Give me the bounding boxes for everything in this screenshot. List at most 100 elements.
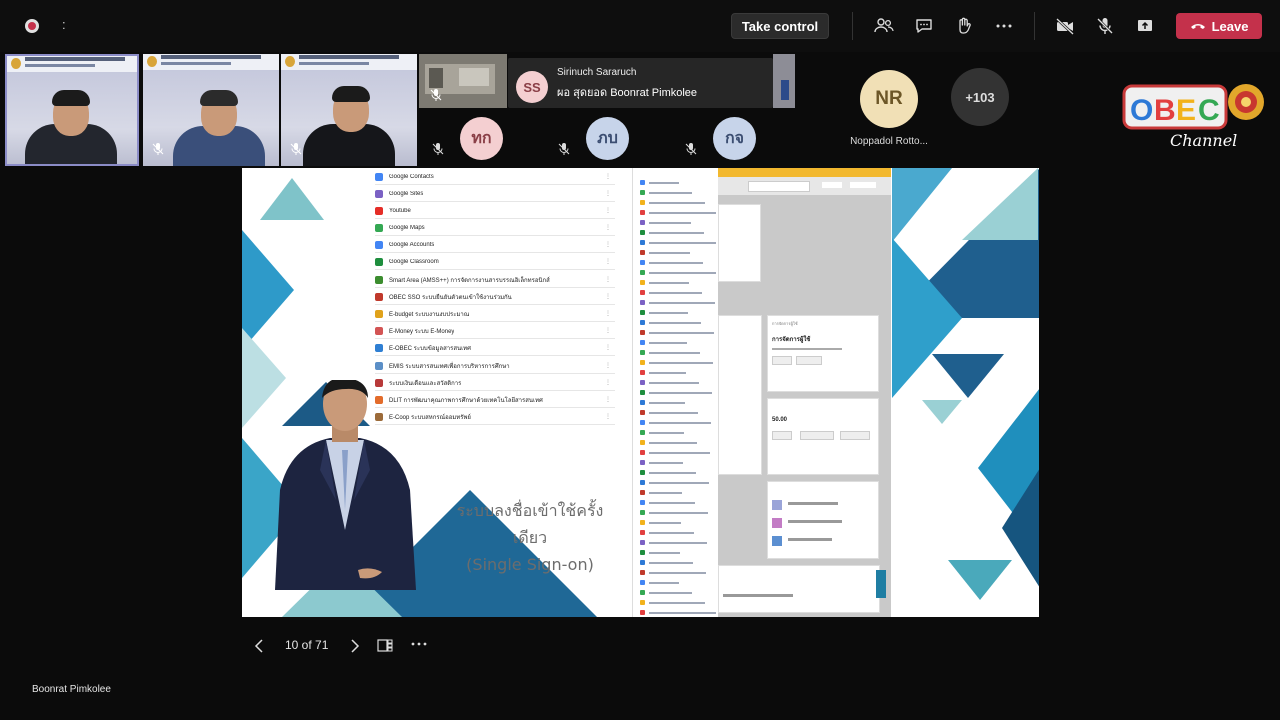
menu-item-label: Youtube — [389, 207, 411, 214]
list-item-text — [649, 371, 686, 374]
camera-off-icon[interactable] — [1053, 14, 1077, 38]
app-icon — [640, 330, 645, 335]
app-icon — [640, 410, 645, 415]
participant-video-tile[interactable] — [773, 54, 795, 108]
menu-item: EMIS ระบบสารสนเทศเพื่อการบริหารการศึกษา ⋮ — [375, 358, 615, 374]
app-icon — [640, 200, 645, 205]
menu-item-label: Smart Area (AMSS++) การจัดการงานสารบรรณอ… — [389, 277, 550, 284]
menu-item: Google Contacts ⋮ — [375, 169, 615, 185]
app-icon — [640, 380, 645, 385]
more-icon: ⋮ — [605, 191, 611, 197]
app-icon — [640, 550, 645, 555]
more-icon: ⋮ — [605, 397, 611, 403]
list-item-text — [649, 581, 679, 584]
leave-button[interactable]: Leave — [1176, 13, 1262, 39]
app-icon — [640, 560, 645, 565]
app-icon — [375, 326, 383, 335]
list-item-text — [649, 611, 716, 614]
app-icon — [640, 450, 645, 455]
list-item-text — [649, 181, 679, 184]
menu-item: Google Classroom ⋮ — [375, 254, 615, 270]
app-icon — [640, 250, 645, 255]
list-item — [640, 188, 716, 197]
menu-item-label: E-Money ระบบ E-Money — [389, 328, 455, 335]
app-icon — [640, 400, 645, 405]
list-item — [640, 568, 716, 577]
avatar[interactable]: กจ — [713, 117, 756, 160]
list-item — [640, 608, 716, 617]
list-item-text — [649, 261, 703, 264]
mic-off-icon[interactable] — [1093, 14, 1117, 38]
list-item — [640, 368, 716, 377]
participant-video-tile[interactable] — [419, 54, 507, 108]
obec-channel-logo: O B E C Channel — [1118, 72, 1268, 152]
list-item — [640, 528, 716, 537]
app-icon — [375, 361, 383, 370]
share-icon[interactable] — [1133, 14, 1157, 38]
list-item-text — [649, 251, 690, 254]
avatar[interactable]: NR — [860, 70, 918, 128]
list-item — [640, 198, 716, 207]
record-icon — [25, 19, 39, 33]
more-icon[interactable] — [992, 14, 1016, 38]
list-item-text — [649, 441, 697, 444]
app-icon — [375, 292, 383, 301]
raise-hand-icon[interactable] — [952, 14, 976, 38]
participant-video-tile[interactable] — [281, 54, 417, 166]
more-icon — [411, 642, 427, 646]
app-icon — [640, 180, 645, 185]
list-item — [640, 458, 716, 467]
app-icon — [640, 320, 645, 325]
menu-item: Google Accounts ⋮ — [375, 237, 615, 253]
list-item-text — [649, 421, 711, 424]
app-icon — [375, 275, 383, 284]
toolbar-divider — [1034, 12, 1035, 40]
list-item-text — [649, 331, 714, 334]
participant-video-tile[interactable] — [5, 54, 139, 166]
meeting-timer: : — [62, 17, 66, 32]
mic-off-icon — [684, 142, 698, 156]
app-icon — [640, 360, 645, 365]
list-item-text — [649, 541, 707, 544]
avatar[interactable]: ภบ — [586, 117, 629, 160]
slide-more-options-button[interactable] — [410, 636, 428, 657]
list-item — [640, 578, 716, 587]
list-item-text — [649, 301, 715, 304]
portal-search-bar — [718, 177, 891, 195]
list-item-text — [649, 451, 710, 454]
more-participants-button[interactable]: +103 — [951, 68, 1009, 126]
previous-slide-button[interactable] — [251, 636, 269, 656]
portal-card — [718, 204, 761, 282]
list-item — [640, 418, 716, 427]
people-icon[interactable] — [872, 14, 896, 38]
list-item — [640, 238, 716, 247]
more-icon: ⋮ — [605, 242, 611, 248]
app-icon — [375, 343, 383, 352]
list-item — [640, 498, 716, 507]
more-icon: ⋮ — [605, 328, 611, 334]
app-icon — [640, 420, 645, 425]
menu-item: E-Money ระบบ E-Money ⋮ — [375, 323, 615, 339]
list-item-text — [649, 341, 687, 344]
app-icon — [640, 460, 645, 465]
list-item — [640, 298, 716, 307]
app-icon — [640, 290, 645, 295]
app-icon — [640, 390, 645, 395]
list-item — [640, 308, 716, 317]
list-item — [640, 408, 716, 417]
take-control-button[interactable]: Take control — [731, 13, 829, 39]
mic-off-icon — [557, 142, 571, 156]
participant-video-tile[interactable] — [143, 54, 279, 166]
app-icon — [375, 257, 383, 266]
menu-item-label: E-OBEC ระบบข้อมูลสารสนเทศ — [389, 345, 471, 352]
list-item-text — [649, 241, 716, 244]
slide-grid-button[interactable] — [377, 637, 393, 653]
chat-icon[interactable] — [912, 14, 936, 38]
list-item — [640, 268, 716, 277]
avatar[interactable]: ทก — [460, 117, 503, 160]
list-item-text — [649, 571, 706, 574]
portal-card — [718, 315, 762, 475]
list-item — [640, 558, 716, 567]
leave-label: Leave — [1211, 18, 1249, 34]
next-slide-button[interactable] — [345, 636, 363, 656]
